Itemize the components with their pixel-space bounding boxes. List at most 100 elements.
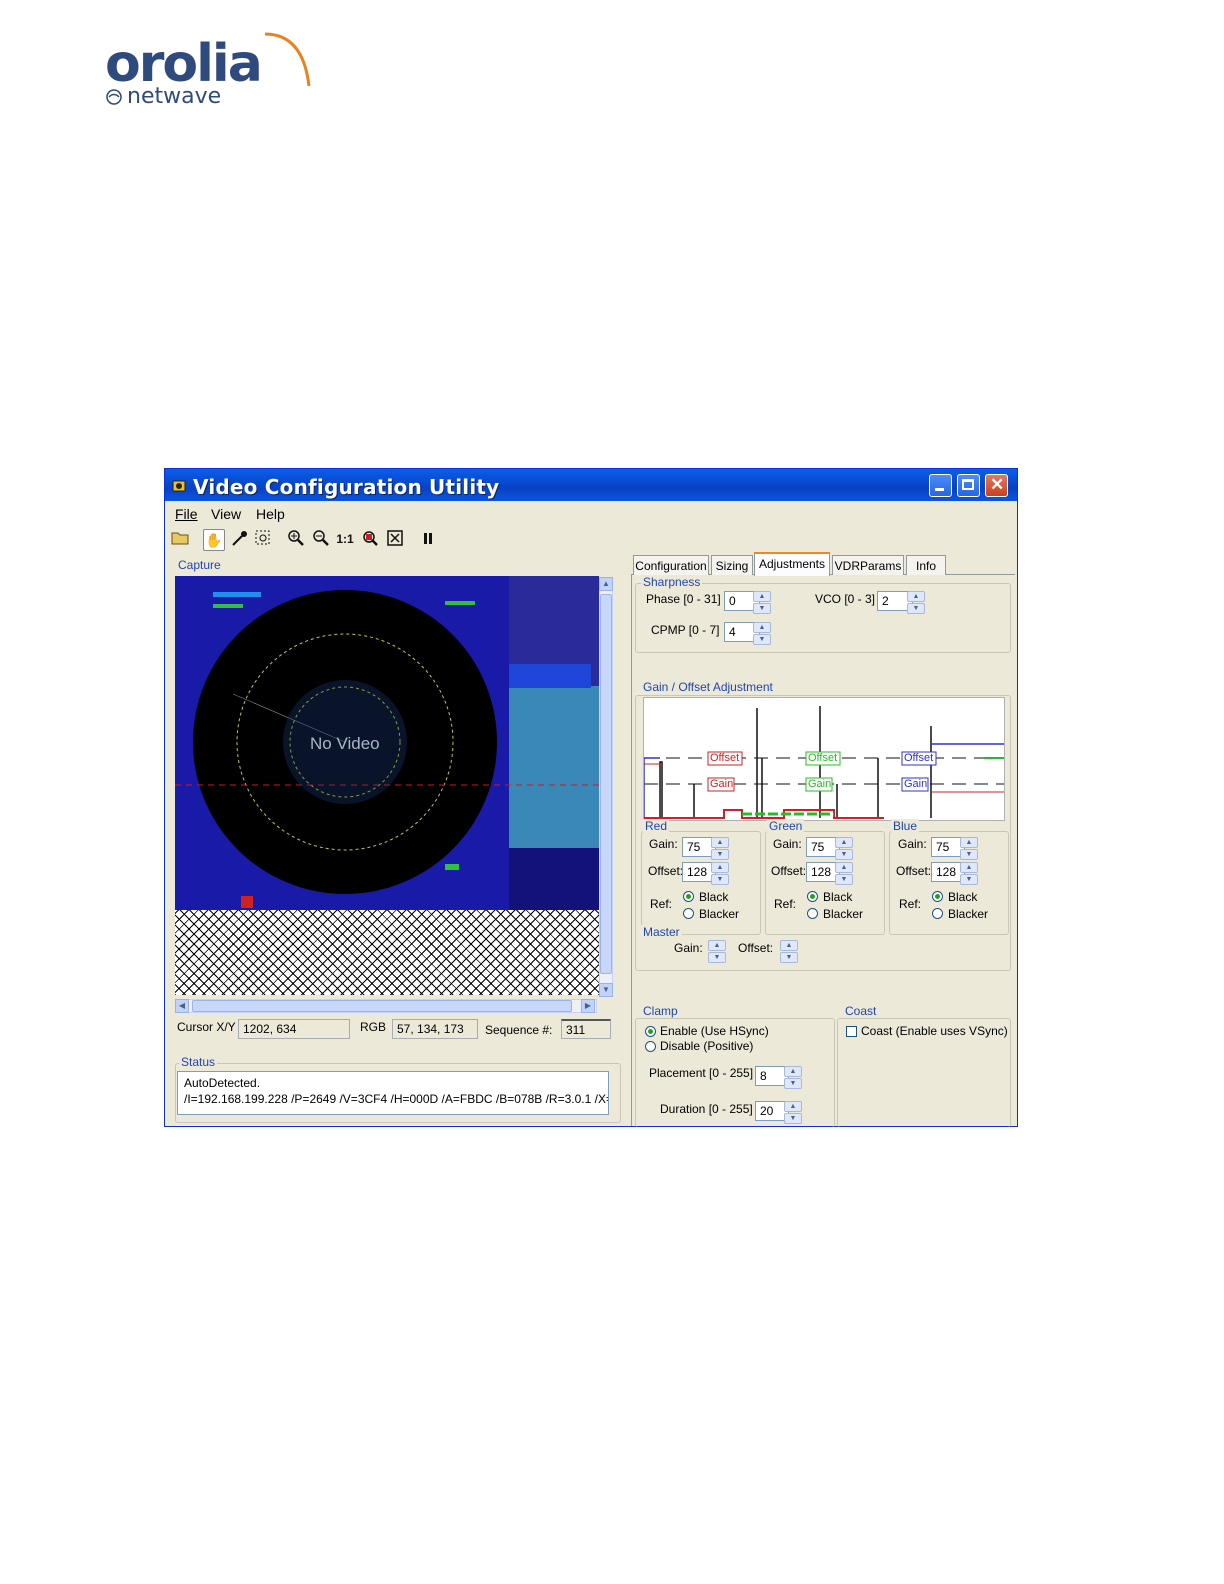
red-gain-marker[interactable]: Gain: [710, 778, 733, 790]
menu-view[interactable]: View: [211, 506, 241, 522]
close-icon: ✕: [990, 475, 1005, 494]
green-ref-label: Ref:: [774, 897, 797, 911]
clamp-label: Clamp: [641, 1004, 680, 1018]
zoom-in-icon[interactable]: [286, 529, 306, 549]
hand-icon[interactable]: ✋: [203, 529, 225, 551]
zoom-out-icon[interactable]: [311, 529, 331, 549]
eyedropper-icon[interactable]: [229, 529, 249, 549]
green-ref-blacker-radio[interactable]: [807, 908, 818, 919]
scroll-right-icon[interactable]: ▶: [581, 999, 595, 1013]
blue-ref-blacker-label: Blacker: [948, 907, 989, 921]
phase-spinner[interactable]: ▲ ▼: [753, 591, 771, 614]
logo-swoosh-icon: [264, 32, 311, 87]
scroll-left-icon[interactable]: ◀: [175, 999, 189, 1013]
capture-vertical-scrollbar[interactable]: ▲ ▼: [599, 577, 613, 997]
sequence-label: Sequence #:: [485, 1023, 553, 1037]
radar-display: [175, 576, 599, 910]
blue-ref-blacker-radio[interactable]: [932, 908, 943, 919]
duration-label: Duration [0 - 255]: [660, 1102, 753, 1116]
empty-capture-area: [175, 910, 599, 995]
pause-icon[interactable]: [418, 529, 438, 549]
red-offset-label: Offset:: [648, 864, 684, 878]
clamp-disable-radio[interactable]: [645, 1041, 656, 1052]
scroll-up-icon[interactable]: ▲: [599, 577, 613, 591]
cpmp-label: CPMP [0 - 7]: [651, 623, 720, 637]
maximize-button[interactable]: [957, 474, 980, 497]
red-ref-black-radio[interactable]: [683, 891, 694, 902]
sharpness-label: Sharpness: [641, 575, 703, 589]
horizontal-scroll-thumb[interactable]: [192, 1000, 572, 1012]
select-region-icon[interactable]: [253, 529, 273, 549]
green-offset-marker[interactable]: Offset: [808, 752, 837, 764]
coast-checkbox[interactable]: [846, 1026, 857, 1037]
tab-vdrparams[interactable]: VDRParams: [832, 555, 904, 575]
menu-bar: File View Help: [165, 503, 1017, 525]
minimize-button[interactable]: [929, 474, 952, 497]
master-offset-label: Offset:: [738, 941, 774, 955]
tab-sizing[interactable]: Sizing: [711, 555, 753, 575]
blue-gain-marker[interactable]: Gain: [904, 778, 927, 790]
red-label: Red: [643, 819, 670, 833]
green-gain-spinner[interactable]: ▲ ▼: [835, 837, 853, 860]
blue-ref-label: Ref:: [899, 897, 922, 911]
vertical-scroll-thumb[interactable]: [600, 594, 612, 974]
sequence-field: 311: [561, 1019, 611, 1039]
menu-help[interactable]: Help: [256, 506, 285, 522]
blue-gain-spinner[interactable]: ▲ ▼: [960, 837, 978, 860]
green-ref-black-radio[interactable]: [807, 891, 818, 902]
gain-offset-graph[interactable]: Offset Gain Offset Gain Offset Gain: [643, 697, 1005, 821]
capture-view[interactable]: No Video: [175, 576, 599, 910]
scroll-down-icon[interactable]: ▼: [599, 983, 613, 997]
master-gain-spinner[interactable]: ▲ ▼: [708, 940, 726, 963]
phase-label: Phase [0 - 31]: [646, 592, 721, 606]
clamp-enable-radio[interactable]: [645, 1026, 656, 1037]
app-icon: [172, 480, 186, 492]
vco-spinner[interactable]: ▲ ▼: [907, 591, 925, 614]
toolbar: ✋ 1:1: [165, 527, 1017, 553]
green-offset-spinner[interactable]: ▲ ▼: [835, 862, 853, 885]
blue-offset-spinner[interactable]: ▲ ▼: [960, 862, 978, 885]
red-offset-spinner[interactable]: ▲ ▼: [711, 862, 729, 885]
blue-ref-black-label: Black: [948, 890, 978, 904]
logo-swirl-icon: [106, 89, 122, 105]
capture-label: Capture: [176, 558, 223, 572]
actual-size-icon[interactable]: 1:1: [335, 529, 355, 549]
tab-configuration[interactable]: Configuration: [633, 555, 709, 575]
green-gain-label: Gain:: [773, 837, 802, 851]
tab-info[interactable]: Info: [906, 555, 946, 575]
cpmp-spinner[interactable]: ▲ ▼: [753, 622, 771, 645]
blue-offset-marker[interactable]: Offset: [904, 752, 933, 764]
master-offset-spinner[interactable]: ▲ ▼: [780, 940, 798, 963]
blue-gain-label: Gain:: [898, 837, 927, 851]
red-gain-spinner[interactable]: ▲ ▼: [711, 837, 729, 860]
red-ref-label: Ref:: [650, 897, 673, 911]
status-text-box[interactable]: AutoDetected. /I=192.168.199.228 /P=2649…: [177, 1071, 609, 1115]
master-gain-label: Gain:: [674, 941, 703, 955]
capture-horizontal-scrollbar[interactable]: ◀ ▶: [175, 999, 597, 1013]
tab-adjustments[interactable]: Adjustments: [754, 552, 830, 576]
master-label: Master: [641, 925, 682, 939]
green-label: Green: [767, 819, 805, 833]
placement-label: Placement [0 - 255]: [649, 1066, 754, 1080]
placement-spinner[interactable]: ▲ ▼: [784, 1066, 802, 1089]
logo-subtitle: netwave: [127, 84, 222, 109]
red-gain-label: Gain:: [649, 837, 678, 851]
title-bar[interactable]: Video Configuration Utility ✕: [165, 469, 1017, 501]
open-folder-icon[interactable]: [170, 529, 190, 549]
gain-offset-label: Gain / Offset Adjustment: [641, 680, 775, 694]
cursor-field: 1202, 634: [238, 1019, 350, 1039]
rgb-field: 57, 134, 173: [392, 1019, 478, 1039]
blue-ref-black-radio[interactable]: [932, 891, 943, 902]
rgb-label: RGB: [360, 1020, 387, 1034]
red-ref-blacker-radio[interactable]: [683, 908, 694, 919]
red-offset-marker[interactable]: Offset: [710, 752, 739, 764]
green-gain-marker[interactable]: Gain: [808, 778, 831, 790]
fullscreen-icon[interactable]: [385, 529, 405, 549]
clamp-disable-label: Disable (Positive): [660, 1039, 754, 1053]
menu-file[interactable]: File: [175, 506, 198, 522]
duration-spinner[interactable]: ▲ ▼: [784, 1101, 802, 1124]
zoom-fit-icon[interactable]: [360, 529, 380, 549]
video-config-window: Video Configuration Utility ✕ File View …: [164, 468, 1018, 1127]
blue-offset-label: Offset:: [896, 864, 932, 878]
close-button[interactable]: ✕: [985, 474, 1008, 497]
